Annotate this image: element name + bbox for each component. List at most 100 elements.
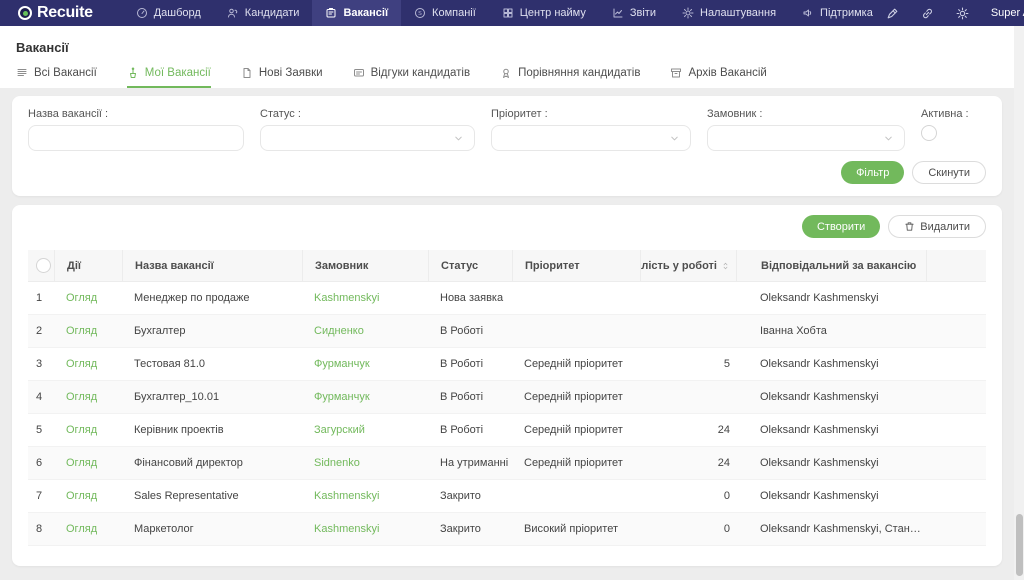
row-view-link[interactable]: Огляд [54, 325, 122, 337]
nav-item-7[interactable]: Налаштування [669, 0, 789, 26]
filter-label: Статус : [260, 108, 475, 120]
status-cell: Нова заявка [428, 292, 512, 304]
priority-cell: Середній пріоритет [512, 391, 640, 403]
filter-label: Назва вакансії : [28, 108, 244, 120]
filter-fields: Назва вакансії : Статус : Пріоритет : Замов… [28, 108, 986, 151]
document-icon [241, 67, 253, 79]
nav-item-5[interactable]: Центр найму [489, 0, 599, 26]
row-view-link[interactable]: Огляд [54, 292, 122, 304]
vacancy-name-cell: Керівник проектів [122, 424, 302, 436]
sort-icon [721, 260, 730, 272]
nav-item-1[interactable]: Дашборд [123, 0, 214, 26]
customer-link[interactable]: Сидненко [302, 325, 428, 337]
tab-4[interactable]: Відгуки кандидатів [353, 67, 470, 88]
chevron-down-icon [883, 133, 894, 144]
tab-label: Архів Вакансій [688, 67, 766, 79]
tab-6[interactable]: Архів Вакансій [670, 67, 766, 88]
vacancy-name-cell: Бухгалтер [122, 325, 302, 337]
table-row: 2ОглядБухгалтерСидненкоВ РоботіІванна Хо… [28, 315, 986, 348]
reset-button[interactable]: Скинути [912, 161, 986, 184]
customer-link[interactable]: Фурманчук [302, 358, 428, 370]
navbar: Recuite Дашборд КандидатиВакансіїSКомпані… [0, 0, 1024, 26]
customer-link[interactable]: Sidnenko [302, 457, 428, 469]
priority-cell: Середній пріоритет [512, 424, 640, 436]
select-all-checkbox[interactable] [36, 258, 51, 273]
filter-field-customer-select: Замовник : [707, 108, 905, 151]
page-scrollbar[interactable] [1014, 26, 1024, 580]
logo-text: Recuite [37, 4, 93, 22]
filter-panel: Назва вакансії : Статус : Пріоритет : Замов… [12, 96, 1002, 196]
duration-cell: 5 [640, 358, 736, 370]
nav-item-3[interactable]: Вакансії [312, 0, 401, 26]
filter-label: Пріоритет : [491, 108, 691, 120]
nav-item-label: Дашборд [154, 7, 201, 19]
vacancy-name-input[interactable] [28, 125, 244, 151]
column-header-6[interactable]: Тривалість у роботі [640, 250, 736, 281]
responsible-cell: Іванна Хобта [736, 325, 926, 337]
tab-3[interactable]: Нові Заявки [241, 67, 323, 88]
vacancies-table: ДіїНазва вакансіїЗамовникСтатусПріоритет… [28, 250, 986, 546]
customer-link[interactable]: Фурманчук [302, 391, 428, 403]
customer-link[interactable]: Загурский [302, 424, 428, 436]
table-row: 3ОглядТестовая 81.0ФурманчукВ РоботіСере… [28, 348, 986, 381]
link-icon[interactable] [921, 7, 934, 20]
priority-select[interactable] [491, 125, 691, 151]
nav-item-6[interactable]: Звіти [599, 0, 669, 26]
nav-item-label: Центр найму [520, 7, 586, 19]
row-number: 2 [28, 325, 54, 337]
row-number: 7 [28, 490, 54, 502]
row-view-link[interactable]: Огляд [54, 457, 122, 469]
status-select[interactable] [260, 125, 475, 151]
chevron-down-icon [453, 133, 464, 144]
gear-icon[interactable] [956, 7, 969, 20]
table-row: 4ОглядБухгалтер_10.01ФурманчукВ РоботіСе… [28, 381, 986, 414]
briefcase-icon [325, 7, 337, 19]
delete-button[interactable]: Видалити [888, 215, 986, 238]
nav-right-icons [886, 7, 969, 20]
filter-button[interactable]: Фільтр [841, 161, 904, 184]
user-name[interactable]: Super Admin [991, 7, 1024, 19]
row-number: 1 [28, 292, 54, 304]
nav-item-2[interactable]: Кандидати [214, 0, 313, 26]
table-row: 8ОглядМаркетологKashmenskyiЗакритоВисоки… [28, 513, 986, 546]
table-body: 1ОглядМенеджер по продажеKashmenskyiНова… [28, 282, 986, 546]
pen-icon[interactable] [886, 7, 899, 20]
vacancy-name-cell: Бухгалтер_10.01 [122, 391, 302, 403]
filter-label: Замовник : [707, 108, 905, 120]
column-header-1: Дії [54, 250, 122, 281]
nav-item-8[interactable]: Підтримка [789, 0, 886, 26]
logo-icon [18, 6, 32, 20]
app-root: Recuite Дашборд КандидатиВакансіїSКомпані… [0, 0, 1024, 566]
row-view-link[interactable]: Огляд [54, 490, 122, 502]
row-view-link[interactable]: Огляд [54, 523, 122, 535]
nav-item-4[interactable]: SКомпанії [401, 0, 489, 26]
filter-field-active-checkbox: Активна : [921, 108, 969, 146]
tab-label: Нові Заявки [259, 67, 323, 79]
column-header-3: Замовник [302, 250, 428, 281]
responsible-cell: Oleksandr Kashmenskyi [736, 457, 926, 469]
row-number: 8 [28, 523, 54, 535]
active-checkbox[interactable] [921, 125, 937, 141]
customer-link[interactable]: Kashmenskyi [302, 292, 428, 304]
trash-icon [904, 221, 915, 232]
nav-item-label: Налаштування [700, 7, 776, 19]
row-view-link[interactable]: Огляд [54, 424, 122, 436]
customer-select[interactable] [707, 125, 905, 151]
tab-5[interactable]: Порівняння кандидатів [500, 67, 640, 88]
row-view-link[interactable]: Огляд [54, 358, 122, 370]
customer-link[interactable]: Kashmenskyi [302, 523, 428, 535]
row-number: 5 [28, 424, 54, 436]
page-scrollbar-thumb[interactable] [1016, 514, 1023, 576]
responsible-cell: Oleksandr Kashmenskyi [736, 292, 926, 304]
row-number: 6 [28, 457, 54, 469]
customer-link[interactable]: Kashmenskyi [302, 490, 428, 502]
select-all-cell [28, 258, 54, 273]
priority-cell: Високий пріоритет [512, 523, 640, 535]
duration-cell: 24 [640, 457, 736, 469]
logo[interactable]: Recuite [18, 4, 93, 22]
create-button[interactable]: Створити [802, 215, 880, 238]
tab-2[interactable]: Мої Вакансії [127, 67, 211, 88]
chart-icon [612, 7, 624, 19]
tab-1[interactable]: Всі Вакансії [16, 67, 97, 88]
row-view-link[interactable]: Огляд [54, 391, 122, 403]
